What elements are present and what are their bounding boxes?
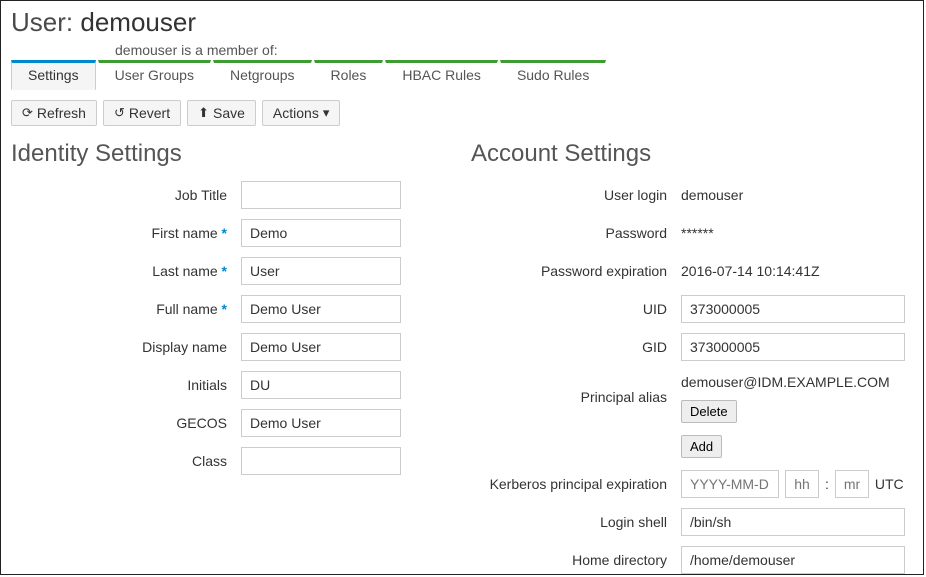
required-marker: * [222,263,227,279]
revert-label: Revert [129,105,170,121]
label-last-name: Last name [152,263,217,279]
label-gecos: GECOS [11,415,241,431]
input-uid[interactable] [681,295,905,323]
input-krb-expiration-hh[interactable] [785,470,819,498]
label-gid: GID [471,339,681,355]
input-krb-expiration-date[interactable] [681,470,779,498]
input-display-name[interactable] [241,333,401,361]
value-user-login: demouser [681,183,743,207]
label-home-directory: Home directory [471,552,681,568]
label-first-name: First name [152,225,218,241]
page-title-prefix: User: [11,7,73,37]
value-principal-alias: demouser@IDM.EXAMPLE.COM [681,370,890,394]
save-icon: ⬆ [198,105,209,121]
tab-user-groups[interactable]: User Groups [98,60,211,90]
label-uid: UID [471,301,681,317]
tabs-bar: Settings User Groups Netgroups Roles HBA… [11,60,913,90]
input-gid[interactable] [681,333,905,361]
input-krb-expiration-mn[interactable] [835,470,869,498]
label-principal-alias: Principal alias [471,389,681,405]
label-full-name: Full name [156,301,217,317]
page-title: User: demouser [11,7,913,38]
revert-icon: ↺ [114,105,125,121]
input-class[interactable] [241,447,401,475]
label-user-login: User login [471,187,681,203]
actions-dropdown[interactable]: Actions ▾ [262,100,340,126]
input-first-name[interactable] [241,219,401,247]
input-gecos[interactable] [241,409,401,437]
memberof-caption: demouser is a member of: [115,42,913,58]
refresh-button[interactable]: ⟳ Refresh [11,100,97,126]
label-class: Class [11,453,241,469]
value-password: ****** [681,221,714,245]
tab-netgroups[interactable]: Netgroups [213,60,312,90]
save-label: Save [213,105,245,121]
actions-label: Actions [273,105,319,121]
refresh-icon: ⟳ [22,105,33,121]
tz-label: UTC [875,476,904,492]
required-marker: * [222,225,227,241]
input-initials[interactable] [241,371,401,399]
chevron-down-icon: ▾ [323,105,330,121]
input-full-name[interactable] [241,295,401,323]
value-password-expiration: 2016-07-14 10:14:41Z [681,259,820,283]
add-principal-alias-button[interactable]: Add [681,435,722,458]
time-sep: : [825,476,829,492]
input-last-name[interactable] [241,257,401,285]
label-password: Password [471,225,681,241]
input-job-title[interactable] [241,181,401,209]
label-login-shell: Login shell [471,514,681,530]
label-krb-expiration: Kerberos principal expiration [471,476,681,492]
revert-button[interactable]: ↺ Revert [103,100,181,126]
required-marker: * [222,301,227,317]
tab-settings[interactable]: Settings [11,60,96,90]
input-login-shell[interactable] [681,508,905,536]
label-job-title: Job Title [11,187,241,203]
refresh-label: Refresh [37,105,86,121]
delete-principal-alias-button[interactable]: Delete [681,400,737,423]
save-button[interactable]: ⬆ Save [187,100,256,126]
input-home-directory[interactable] [681,546,905,574]
label-display-name: Display name [11,339,241,355]
account-settings-title: Account Settings [471,140,913,168]
tab-sudo-rules[interactable]: Sudo Rules [500,60,606,90]
label-initials: Initials [11,377,241,393]
identity-settings-title: Identity Settings [11,140,441,168]
toolbar: ⟳ Refresh ↺ Revert ⬆ Save Actions ▾ [11,100,913,126]
label-password-expiration: Password expiration [471,263,681,279]
page-title-username: demouser [80,7,196,37]
tab-hbac-rules[interactable]: HBAC Rules [385,60,498,90]
tab-roles[interactable]: Roles [314,60,384,90]
